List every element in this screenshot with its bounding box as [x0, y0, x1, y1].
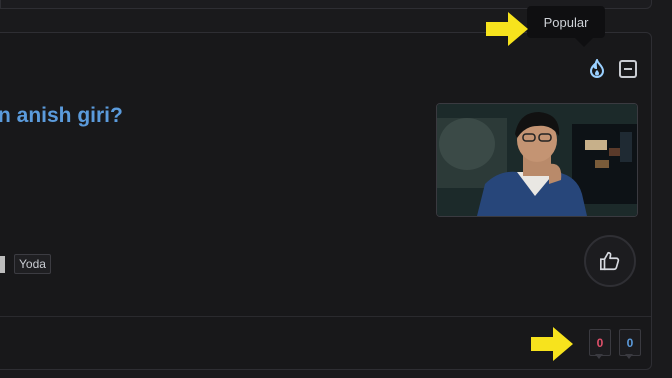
flame-icon[interactable] — [587, 59, 607, 79]
tooltip-arrow — [575, 38, 593, 47]
red-counter-tail — [595, 354, 603, 359]
blue-counter-tail — [625, 354, 633, 359]
avatar[interactable] — [0, 256, 5, 273]
yellow-arrow-icon — [531, 327, 573, 361]
thumbs-up-icon — [600, 251, 620, 271]
popular-tooltip: Popular — [527, 6, 605, 38]
card-divider — [0, 316, 651, 317]
red-counter[interactable]: 0 — [589, 329, 611, 356]
thumbnail-image — [437, 104, 637, 216]
like-button[interactable] — [584, 235, 636, 287]
post-thumbnail[interactable] — [436, 103, 638, 217]
yellow-arrow-icon — [486, 12, 528, 46]
minus-square-icon[interactable] — [618, 59, 638, 79]
author-tag[interactable]: Yoda — [14, 254, 51, 274]
post-title[interactable]: n anish giri? — [0, 104, 123, 128]
blue-counter[interactable]: 0 — [619, 329, 641, 356]
